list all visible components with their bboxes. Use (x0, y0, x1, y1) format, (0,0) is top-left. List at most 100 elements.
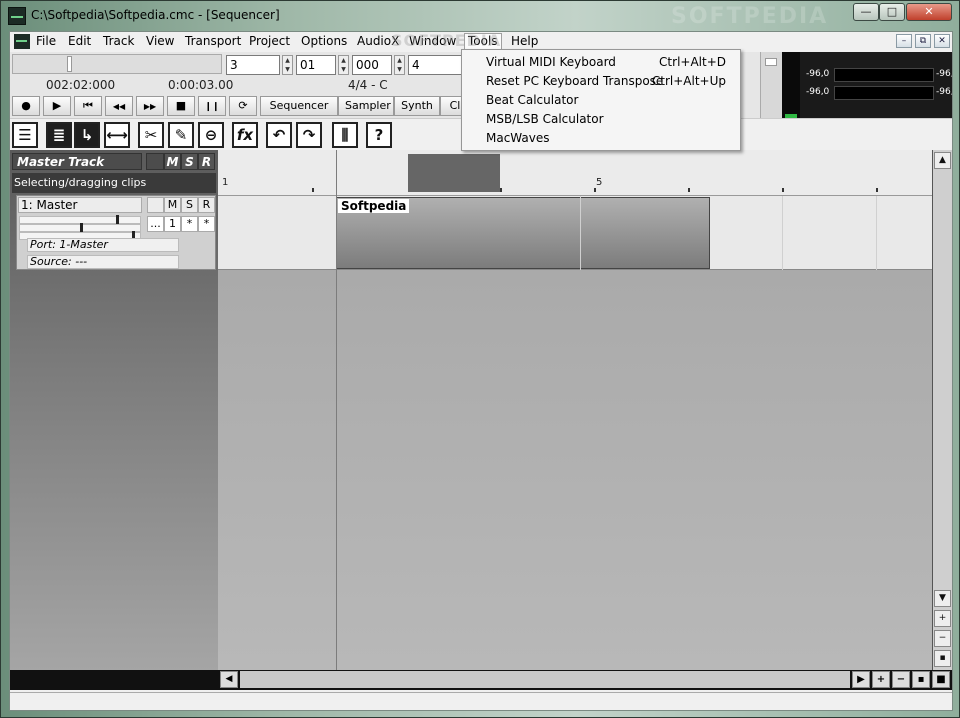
clip[interactable]: Softpedia (336, 197, 710, 269)
menu-item-virtual-midi-keyboard[interactable]: Virtual MIDI Keyboard Ctrl+Alt+D (464, 53, 738, 72)
scroll-down-button[interactable]: ▼ (934, 590, 951, 607)
app-icon[interactable] (8, 7, 26, 25)
mute-tool-button[interactable]: ⊖ (198, 122, 224, 148)
track-1-header[interactable]: 1: Master M S R ... 1 * * Port: 1-Master… (16, 195, 216, 270)
bar-field[interactable]: 3 (226, 55, 280, 75)
menu-help[interactable]: Help (508, 34, 541, 50)
mdi-close-button[interactable]: ✕ (934, 34, 950, 48)
zoom-out-horizontal-button[interactable]: − (892, 671, 910, 688)
app-window: C:\Softpedia\Softpedia.cmc - [Sequencer]… (0, 0, 960, 718)
horizontal-scrollbar[interactable] (240, 671, 850, 688)
scroll-left-button[interactable]: ◀ (220, 671, 238, 688)
title-bar[interactable]: C:\Softpedia\Softpedia.cmc - [Sequencer]… (1, 1, 959, 31)
pause-button[interactable]: ❙❙ (198, 96, 226, 116)
stop-button[interactable]: ■ (167, 96, 195, 116)
menu-item-beat-calculator[interactable]: Beat Calculator (464, 91, 738, 110)
track-1-star-1[interactable]: * (181, 216, 198, 232)
beat-spinner[interactable]: ▲ ▼ (338, 55, 349, 75)
track-1-record-button[interactable]: R (198, 197, 215, 213)
track-1-port[interactable]: Port: 1-Master (27, 238, 179, 252)
view-synth-button[interactable]: Synth (394, 96, 440, 116)
zoom-in-horizontal-button[interactable]: + (872, 671, 890, 688)
time-clock: 0:00:03.00 (168, 78, 234, 92)
meter-left-value: -96,0 (936, 69, 952, 79)
zoom-reset-vertical-button[interactable]: ▪ (934, 650, 951, 667)
menu-edit[interactable]: Edit (65, 34, 94, 50)
draw-tool-icon: ✎ (174, 126, 188, 144)
track-1-mute-button[interactable]: M (164, 197, 181, 213)
track-1-solo-button[interactable]: S (181, 197, 198, 213)
position-slider[interactable] (12, 54, 222, 74)
timeline-ruler[interactable]: 1 5 (218, 150, 932, 196)
pause-icon: ❙❙ (204, 102, 220, 112)
loop-selection[interactable] (408, 154, 500, 192)
menu-item-label: MacWaves (486, 131, 550, 145)
tick-spinner[interactable]: ▲ ▼ (394, 55, 405, 75)
transport-scroll[interactable] (760, 52, 782, 118)
track-1-name[interactable]: 1: Master (18, 197, 142, 213)
record-button[interactable]: ● (12, 96, 40, 116)
view-sampler-button[interactable]: Sampler (338, 96, 394, 116)
tempo-field[interactable]: 4 (408, 55, 464, 75)
minimize-button[interactable]: — (853, 3, 879, 21)
zoom-in-vertical-button[interactable]: + (934, 610, 951, 627)
master-record-button[interactable]: R (198, 153, 215, 170)
menu-project[interactable]: Project (246, 34, 293, 50)
track-list-button[interactable]: ☰ (12, 122, 38, 148)
arrange-button[interactable]: ≣ (46, 122, 72, 148)
close-button[interactable]: ✕ (906, 3, 952, 21)
master-solo-button[interactable]: S (181, 153, 198, 170)
redo-button[interactable]: ↷ (296, 122, 322, 148)
track-1-star-2[interactable]: * (198, 216, 215, 232)
scroll-right-button[interactable]: ▶ (852, 671, 870, 688)
rewind-start-button[interactable]: ⏮ (74, 96, 102, 116)
view-sequencer-button[interactable]: Sequencer (260, 96, 338, 116)
track-1-source[interactable]: Source: --- (27, 255, 179, 269)
track-1-lane[interactable]: Softpedia (218, 196, 932, 270)
transport-scroll-thumb[interactable] (765, 58, 777, 66)
zoom-fit-button[interactable]: ■ (932, 671, 950, 688)
zoom-out-vertical-button[interactable]: − (934, 630, 951, 647)
meter-right: -96,0 -96,0 (802, 86, 952, 100)
fast-forward-button[interactable]: ▶▶ (136, 96, 164, 116)
track-1-options-button[interactable]: ... (147, 216, 164, 232)
help-button[interactable]: ? (366, 122, 392, 148)
menu-options[interactable]: Options (298, 34, 350, 50)
menu-file[interactable]: File (33, 34, 59, 50)
maximize-button[interactable]: □ (879, 3, 905, 21)
select-tool-button[interactable]: ↳ (74, 122, 100, 148)
mdi-minimize-button[interactable]: – (896, 34, 912, 48)
bar-spinner[interactable]: ▲ ▼ (282, 55, 293, 75)
menu-view[interactable]: View (143, 34, 177, 50)
scroll-up-button[interactable]: ▲ (934, 152, 951, 169)
menu-item-msb-lsb-calculator[interactable]: MSB/LSB Calculator (464, 110, 738, 129)
draw-tool-button[interactable]: ✎ (168, 122, 194, 148)
sequencer-editor: Master Track M S R Selecting/dragging cl… (10, 150, 952, 670)
empty-track-area[interactable] (218, 270, 932, 670)
menu-transport[interactable]: Transport (182, 34, 244, 50)
document-icon[interactable] (14, 34, 30, 49)
cut-tool-button[interactable]: ✂ (138, 122, 164, 148)
stretch-tool-button[interactable]: ⟷ (104, 122, 130, 148)
menu-item-reset-keyboard-transpose[interactable]: Reset PC Keyboard Transpose Ctrl+Alt+Up (464, 72, 738, 91)
loop-button[interactable]: ⟳ (229, 96, 257, 116)
fx-button[interactable]: fx (232, 122, 258, 148)
meter-led (782, 52, 800, 118)
menu-item-macwaves[interactable]: MacWaves (464, 129, 738, 148)
position-slider-thumb[interactable] (67, 56, 72, 72)
vertical-scrollbar[interactable]: ▲ ▼ + − ▪ (932, 150, 952, 670)
rewind-button[interactable]: ◀◀ (105, 96, 133, 116)
play-button[interactable]: ▶ (43, 96, 71, 116)
master-mute-button[interactable]: M (164, 153, 181, 170)
mdi-restore-button[interactable]: ⧉ (915, 34, 931, 48)
track-1-pan-slider[interactable] (19, 223, 141, 233)
cut-tool-icon: ✂ (144, 126, 158, 144)
tick-field[interactable]: 000 (352, 55, 392, 75)
menu-track[interactable]: Track (100, 34, 137, 50)
track-1-channel[interactable]: 1 (164, 216, 181, 232)
master-track-header: Master Track M S R (12, 153, 216, 171)
beat-field[interactable]: 01 (296, 55, 336, 75)
zoom-reset-horizontal-button[interactable]: ▪ (912, 671, 930, 688)
undo-button[interactable]: ↶ (266, 122, 292, 148)
mixer-button[interactable]: ⫼ (332, 122, 358, 148)
